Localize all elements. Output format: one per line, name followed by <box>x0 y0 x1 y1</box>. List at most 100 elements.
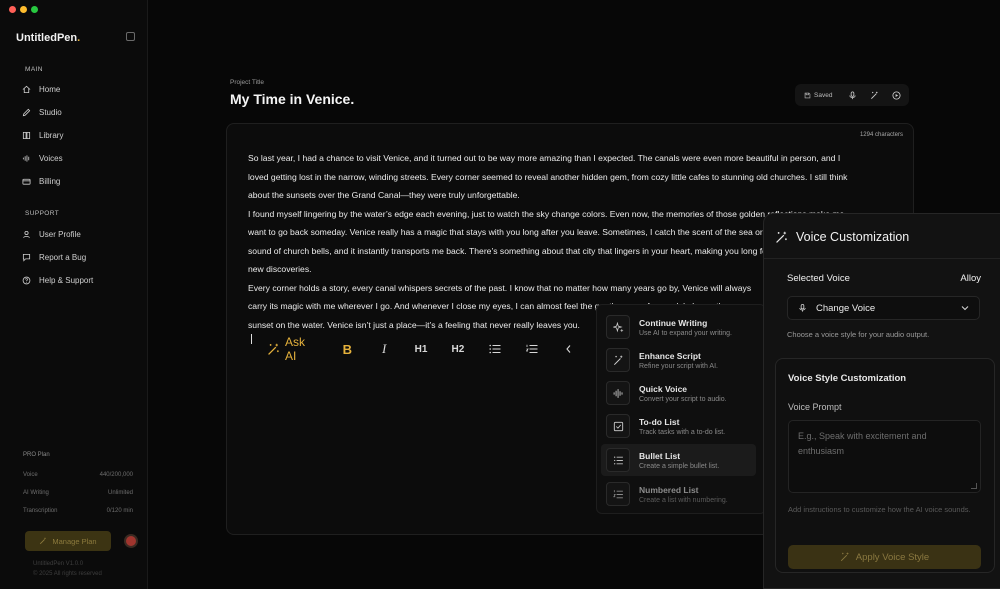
menu-item-todo-list[interactable]: To-do List Track tasks with a to-do list. <box>601 410 756 442</box>
magic-wand-icon <box>776 231 787 243</box>
sidebar-item-studio[interactable]: Studio <box>22 104 132 120</box>
microphone-icon <box>849 90 856 99</box>
avatar[interactable] <box>124 534 138 548</box>
card-icon <box>22 178 31 185</box>
italic-button[interactable]: I <box>366 334 403 364</box>
bullet-list-button[interactable] <box>476 334 513 364</box>
close-window-button[interactable] <box>9 6 16 13</box>
chevron-down-icon <box>961 306 969 311</box>
home-icon <box>22 85 31 93</box>
heading-1-label: H1 <box>414 343 428 355</box>
sidebar-item-voices[interactable]: Voices <box>22 150 132 166</box>
heading-2-button[interactable]: H2 <box>439 334 476 364</box>
usage-label: Transcription <box>23 508 58 514</box>
menu-item-bullet-list[interactable]: Bullet List Create a simple bullet list. <box>601 444 756 476</box>
character-count: 1294 characters <box>859 132 903 138</box>
usage-row-transcription: Transcription 0/120 min <box>23 502 133 520</box>
numbered-list-icon <box>525 344 538 353</box>
voice-hint: Choose a voice style for your audio outp… <box>787 330 930 339</box>
sidebar-item-label: User Profile <box>39 229 81 239</box>
menu-item-enhance-script[interactable]: Enhance Script Refine your script with AI… <box>601 344 756 376</box>
bold-button[interactable]: B <box>329 334 366 364</box>
ask-ai-label: Ask AI <box>284 335 305 363</box>
numbered-list-button[interactable] <box>513 334 550 364</box>
sidebar-toggle-icon[interactable] <box>126 32 135 41</box>
change-voice-dropdown[interactable]: Change Voice <box>787 296 980 320</box>
change-voice-label: Change Voice <box>816 302 876 314</box>
editor-line: loved getting lost in the narrow, windin… <box>248 171 848 182</box>
menu-item-title: Numbered List <box>639 484 699 495</box>
text-cursor <box>251 334 252 344</box>
brand-name: UntitledPen <box>16 32 78 44</box>
menu-item-desc: Refine your script with AI. <box>639 362 718 370</box>
manage-plan-button[interactable]: Manage Plan <box>25 531 111 551</box>
menu-item-title: Bullet List <box>639 450 681 461</box>
save-icon <box>804 92 811 98</box>
usage-value: 0/120 min <box>106 508 133 514</box>
window-controls <box>9 6 38 13</box>
brand-dot: . <box>77 32 81 44</box>
plan-usage: PRO Plan Voice 440/200,000 AI Writing Unli… <box>23 452 133 520</box>
sidebar-item-label: Help & Support <box>39 275 94 285</box>
italic-label: I <box>381 341 387 356</box>
app-version: UntitledPen V1.0.0 <box>33 561 84 567</box>
sidebar-item-library[interactable]: Library <box>22 127 132 143</box>
chat-icon <box>22 253 31 262</box>
usage-value: 440/200,000 <box>99 472 133 478</box>
numbered-list-icon <box>606 482 630 506</box>
apply-voice-style-label: Apply Voice Style <box>855 551 930 563</box>
usage-value: Unlimited <box>107 490 133 496</box>
sidebar-item-label: Billing <box>39 176 61 186</box>
sidebar-item-label: Voices <box>39 153 63 163</box>
page-title[interactable]: My Time in Venice. <box>230 91 354 107</box>
selected-voice-label: Selected Voice <box>787 273 850 284</box>
sidebar-item-label: Home <box>39 84 61 94</box>
ai-magic-button[interactable] <box>863 84 885 106</box>
magic-wand-icon <box>268 343 279 355</box>
app-window: UntitledPen. MAIN Home Studio Library Vo… <box>0 0 1000 589</box>
pen-icon <box>22 108 31 116</box>
sidebar-item-billing[interactable]: Billing <box>22 173 132 189</box>
sidebar-item-user-profile[interactable]: User Profile <box>22 226 132 242</box>
selected-voice-row: Selected Voice Alloy <box>787 273 981 284</box>
voice-style-title: Voice Style Customization <box>788 373 907 384</box>
play-circle-icon <box>892 90 901 100</box>
maximize-window-button[interactable] <box>31 6 38 13</box>
minimize-window-button[interactable] <box>20 6 27 13</box>
document-toolbar: Saved <box>795 84 909 106</box>
sidebar-item-help-support[interactable]: Help & Support <box>22 272 132 288</box>
sidebar-item-label: Studio <box>39 107 62 117</box>
usage-label: AI Writing <box>23 490 49 496</box>
voice-style-card: Voice Style Customization Voice Prompt E… <box>775 358 995 573</box>
editor-line: So last year, I had a chance to visit Ve… <box>248 153 841 163</box>
voice-prompt-hint: Add instructions to customize how the AI… <box>788 505 971 514</box>
audio-wave-icon <box>606 381 630 405</box>
menu-item-quick-voice[interactable]: Quick Voice Convert your script to audio. <box>601 377 756 409</box>
menu-item-numbered-list[interactable]: Numbered List Create a list with numberin… <box>601 478 756 510</box>
menu-item-title: To-do List <box>639 416 680 427</box>
checkbox-icon <box>606 414 630 438</box>
more-tools-button[interactable] <box>550 334 587 364</box>
menu-item-title: Enhance Script <box>639 350 701 361</box>
play-button[interactable] <box>885 84 907 106</box>
sidebar-item-home[interactable]: Home <box>22 81 132 97</box>
panel-header: Voice Customization <box>775 230 909 244</box>
menu-item-continue-writing[interactable]: Continue Writing Use AI to expand your wr… <box>601 311 756 343</box>
heading-1-button[interactable]: H1 <box>403 334 440 364</box>
copyright: © 2025 All rights reserved <box>33 571 102 577</box>
bold-label: B <box>342 341 352 357</box>
editor-line: about the sunsets over the Grand Canal—t… <box>248 190 520 200</box>
chevron-left-icon <box>566 345 571 353</box>
apply-voice-style-button[interactable]: Apply Voice Style <box>788 545 981 569</box>
sidebar-item-report-bug[interactable]: Report a Bug <box>22 249 132 265</box>
waveform-icon <box>22 154 30 162</box>
ai-actions-menu: Continue Writing Use AI to expand your wr… <box>596 304 766 514</box>
wand-icon <box>40 537 47 545</box>
usage-row-ai-writing: AI Writing Unlimited <box>23 484 133 502</box>
sidebar: UntitledPen. MAIN Home Studio Library Vo… <box>0 0 148 589</box>
voice-prompt-input[interactable]: E.g., Speak with excitement and enthusia… <box>788 420 981 493</box>
ask-ai-button[interactable]: Ask AI <box>257 335 329 363</box>
brand-logo[interactable]: UntitledPen. <box>16 32 80 44</box>
microphone-button[interactable] <box>841 84 863 106</box>
support-section-label: SUPPORT <box>25 210 60 217</box>
